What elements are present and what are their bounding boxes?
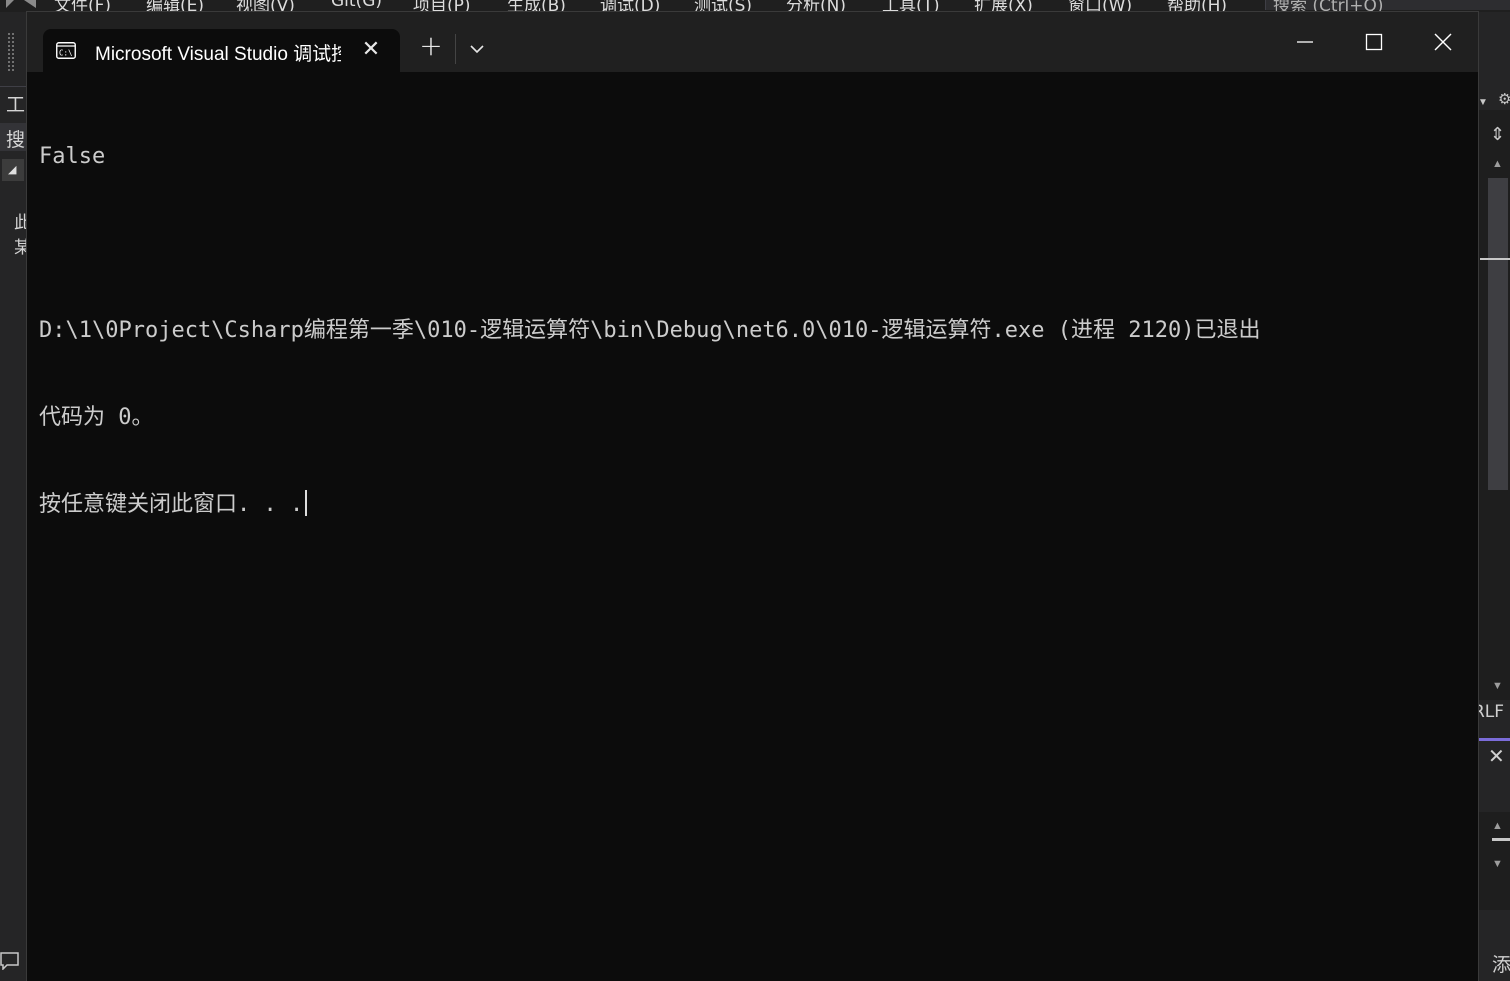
console-line: 按任意键关闭此窗口. . . <box>39 492 304 517</box>
vertical-scrollbar-thumb[interactable] <box>1488 178 1508 490</box>
vs-left-panel: 工 搜 ◢ 此 某 <box>0 12 27 981</box>
menu-help[interactable]: 帮助(H) <box>1167 0 1227 12</box>
menu-file[interactable]: 文件(F) <box>54 0 111 12</box>
terminal-tab-strip: C:\ Microsoft Visual Studio 调试控制台 ✕ + <box>27 12 1478 72</box>
maximize-icon[interactable] <box>1360 29 1388 55</box>
menu-tools[interactable]: 工具(T) <box>882 0 940 12</box>
lower-scroll-down-icon[interactable]: ▼ <box>1492 858 1503 870</box>
terminal-tab[interactable]: C:\ Microsoft Visual Studio 调试控制台 ✕ <box>43 29 400 72</box>
menu-debug[interactable]: 调试(D) <box>600 0 660 12</box>
collapse-button[interactable]: ◢ <box>2 159 24 181</box>
console-output[interactable]: False D:\1\0Project\Csharp编程第一季\010-逻辑运算… <box>39 84 1469 964</box>
console-line: 代码为 0。 <box>39 405 154 430</box>
visual-studio-logo-icon <box>6 0 36 8</box>
console-icon: C:\ <box>56 42 76 59</box>
console-line: False <box>39 144 106 169</box>
scroll-up-icon[interactable]: ▲ <box>1492 158 1503 170</box>
console-line: D:\1\0Project\Csharp编程第一季\010-逻辑运算符\bin\… <box>39 318 1261 343</box>
menu-analyze[interactable]: 分析(N) <box>786 0 846 12</box>
split-icon[interactable]: ⇕ <box>1490 124 1505 145</box>
toolbox-label: 工 <box>6 94 26 116</box>
console-prompt-line: 按任意键关闭此窗口. . . <box>39 490 1469 519</box>
toolbox-search-input[interactable]: 搜 <box>0 123 27 151</box>
menu-project[interactable]: 项目(P) <box>413 0 471 12</box>
toolbox-text-1: 此 <box>14 213 27 233</box>
scroll-position-marker <box>1480 258 1510 260</box>
scroll-down-icon[interactable]: ▼ <box>1492 680 1503 692</box>
menu-extensions[interactable]: 扩展(X) <box>974 0 1033 12</box>
chevron-down-icon[interactable] <box>465 37 489 61</box>
close-icon[interactable] <box>1429 29 1457 55</box>
add-label[interactable]: 添 <box>1492 950 1510 977</box>
terminal-window: C:\ Microsoft Visual Studio 调试控制台 ✕ + Fa… <box>27 12 1478 981</box>
text-cursor <box>305 490 308 516</box>
lower-scroll-up-icon[interactable]: ▲ <box>1492 820 1503 832</box>
toolbox-text-2: 某 <box>14 238 27 258</box>
vs-menu-bar: 文件(F) 编辑(E) 视图(V) Git(G) 项目(P) 生成(B) 调试(… <box>0 0 1510 12</box>
toolbox-search-label: 搜 <box>6 129 26 151</box>
svg-text:C:\: C:\ <box>59 49 73 58</box>
menu-test[interactable]: 测试(S) <box>694 0 752 12</box>
menu-window[interactable]: 窗口(W) <box>1068 0 1132 12</box>
tab-close-icon[interactable]: ✕ <box>359 38 383 62</box>
vs-search-placeholder: 搜索 (Ctrl+Q) <box>1273 0 1384 12</box>
close-icon[interactable]: ✕ <box>1488 744 1505 769</box>
panel-grip-handle[interactable] <box>7 32 15 72</box>
gear-icon[interactable]: ⚙ <box>1498 90 1510 108</box>
line-ending-indicator[interactable]: RLF <box>1478 702 1504 722</box>
tab-title: Microsoft Visual Studio 调试控制台 <box>95 44 341 65</box>
triangle-icon: ◢ <box>8 164 17 176</box>
tab-separator <box>455 34 456 64</box>
lower-scroll-marker <box>1492 838 1510 841</box>
active-panel-accent <box>1478 738 1510 741</box>
feedback-icon[interactable] <box>0 950 20 970</box>
dropdown-arrow-icon[interactable]: ▼ <box>1478 97 1488 108</box>
new-tab-button[interactable]: + <box>417 32 445 61</box>
menu-edit[interactable]: 编辑(E) <box>146 0 204 12</box>
minimize-icon[interactable] <box>1291 29 1319 55</box>
panel-divider <box>0 86 27 87</box>
vs-search-box[interactable]: 搜索 (Ctrl+Q) <box>1265 0 1510 12</box>
menu-build[interactable]: 生成(B) <box>507 0 566 12</box>
menu-view[interactable]: 视图(V) <box>236 0 295 12</box>
menu-git[interactable]: Git(G) <box>331 0 382 11</box>
vs-right-panel: ▼ ⚙ ⇕ ▲ ▼ RLF ✕ ▲ ▼ 添 <box>1478 12 1510 981</box>
